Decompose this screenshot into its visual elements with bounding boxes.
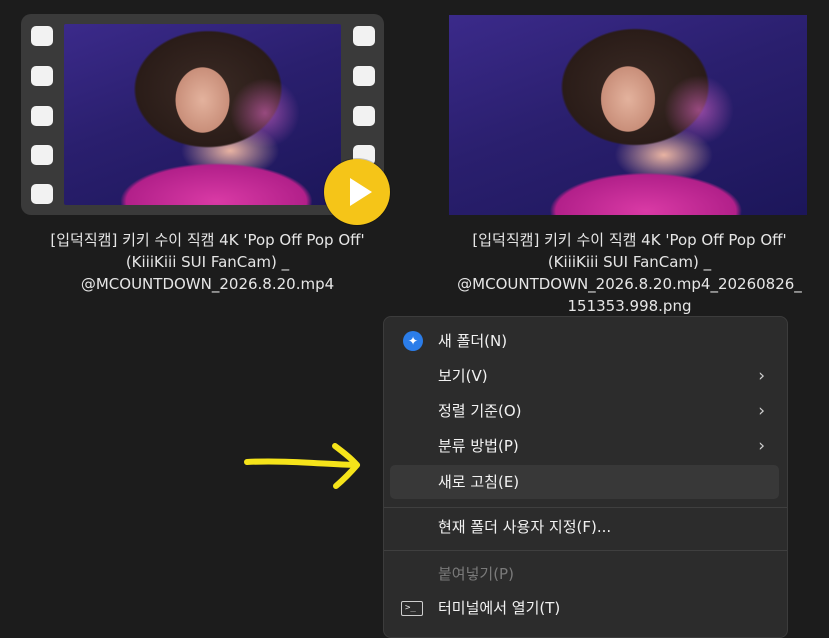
menu-item-label: 붙여넣기(P) [438, 565, 514, 583]
terminal-icon: >_ [401, 601, 423, 616]
film-sprocket [31, 66, 53, 86]
file-name-line: [입덕직캠] 키키 수이 직캠 4K 'Pop Off Pop Off' [50, 231, 365, 249]
file-name-image[interactable]: [입덕직캠] 키키 수이 직캠 4K 'Pop Off Pop Off' (Ki… [430, 229, 829, 317]
file-name-line: (KiiiKiii SUI FanCam) _ [547, 253, 712, 271]
film-sprocket [31, 106, 53, 126]
menu-item-group-by[interactable]: 분류 방법(P) › [390, 429, 779, 463]
menu-item-label: 현재 폴더 사용자 지정(F)... [438, 518, 612, 536]
film-sprocket [31, 184, 53, 204]
file-name-line: 151353.998.png [567, 297, 692, 315]
menu-item-refresh[interactable]: 새로 고침(E) [390, 465, 779, 499]
arrow-right-icon [244, 443, 360, 489]
menu-separator [384, 550, 787, 551]
video-frame-image [64, 24, 341, 205]
menu-item-view[interactable]: 보기(V) › [390, 359, 779, 393]
new-folder-icon: ✦ [403, 331, 423, 351]
file-name-line: @MCOUNTDOWN_2026.8.20.mp4 [80, 275, 335, 293]
menu-item-label: 새로 고침(E) [438, 473, 520, 491]
file-name-line: (KiiiKiii SUI FanCam) _ [125, 253, 290, 271]
file-item-image[interactable]: [입덕직캠] 키키 수이 직캠 4K 'Pop Off Pop Off' (Ki… [430, 0, 829, 316]
film-sprocket [353, 26, 375, 46]
menu-item-new-folder[interactable]: ✦ 새 폴더(N) [390, 324, 779, 358]
menu-item-label: 새 폴더(N) [438, 332, 508, 350]
chevron-right-icon: › [758, 436, 765, 456]
chevron-right-icon: › [758, 366, 765, 386]
context-menu: ✦ 새 폴더(N) 보기(V) › 정렬 기준(O) › 분류 방법(P) › … [383, 316, 788, 638]
menu-item-label: 분류 방법(P) [438, 437, 519, 455]
film-sprocket [353, 106, 375, 126]
film-sprocket [353, 66, 375, 86]
menu-item-paste[interactable]: 붙여넣기(P) [390, 557, 779, 591]
menu-item-label: 정렬 기준(O) [438, 402, 522, 420]
menu-item-customize-folder[interactable]: 현재 폴더 사용자 지정(F)... [390, 510, 779, 544]
file-item-video[interactable]: [입덕직캠] 키키 수이 직캠 4K 'Pop Off Pop Off' (Ki… [0, 0, 410, 300]
chevron-right-icon: › [758, 401, 765, 421]
film-sprocket [31, 26, 53, 46]
file-name-video[interactable]: [입덕직캠] 키키 수이 직캠 4K 'Pop Off Pop Off' (Ki… [10, 229, 405, 295]
menu-separator [384, 507, 787, 508]
menu-item-sort-by[interactable]: 정렬 기준(O) › [390, 394, 779, 428]
menu-item-label: 보기(V) [438, 367, 488, 385]
file-name-line: [입덕직캠] 키키 수이 직캠 4K 'Pop Off Pop Off' [472, 231, 787, 249]
film-sprocket [31, 145, 53, 165]
image-thumbnail[interactable] [449, 15, 807, 215]
file-name-line: @MCOUNTDOWN_2026.8.20.mp4_20260826_ [457, 275, 802, 293]
play-icon [324, 159, 390, 225]
